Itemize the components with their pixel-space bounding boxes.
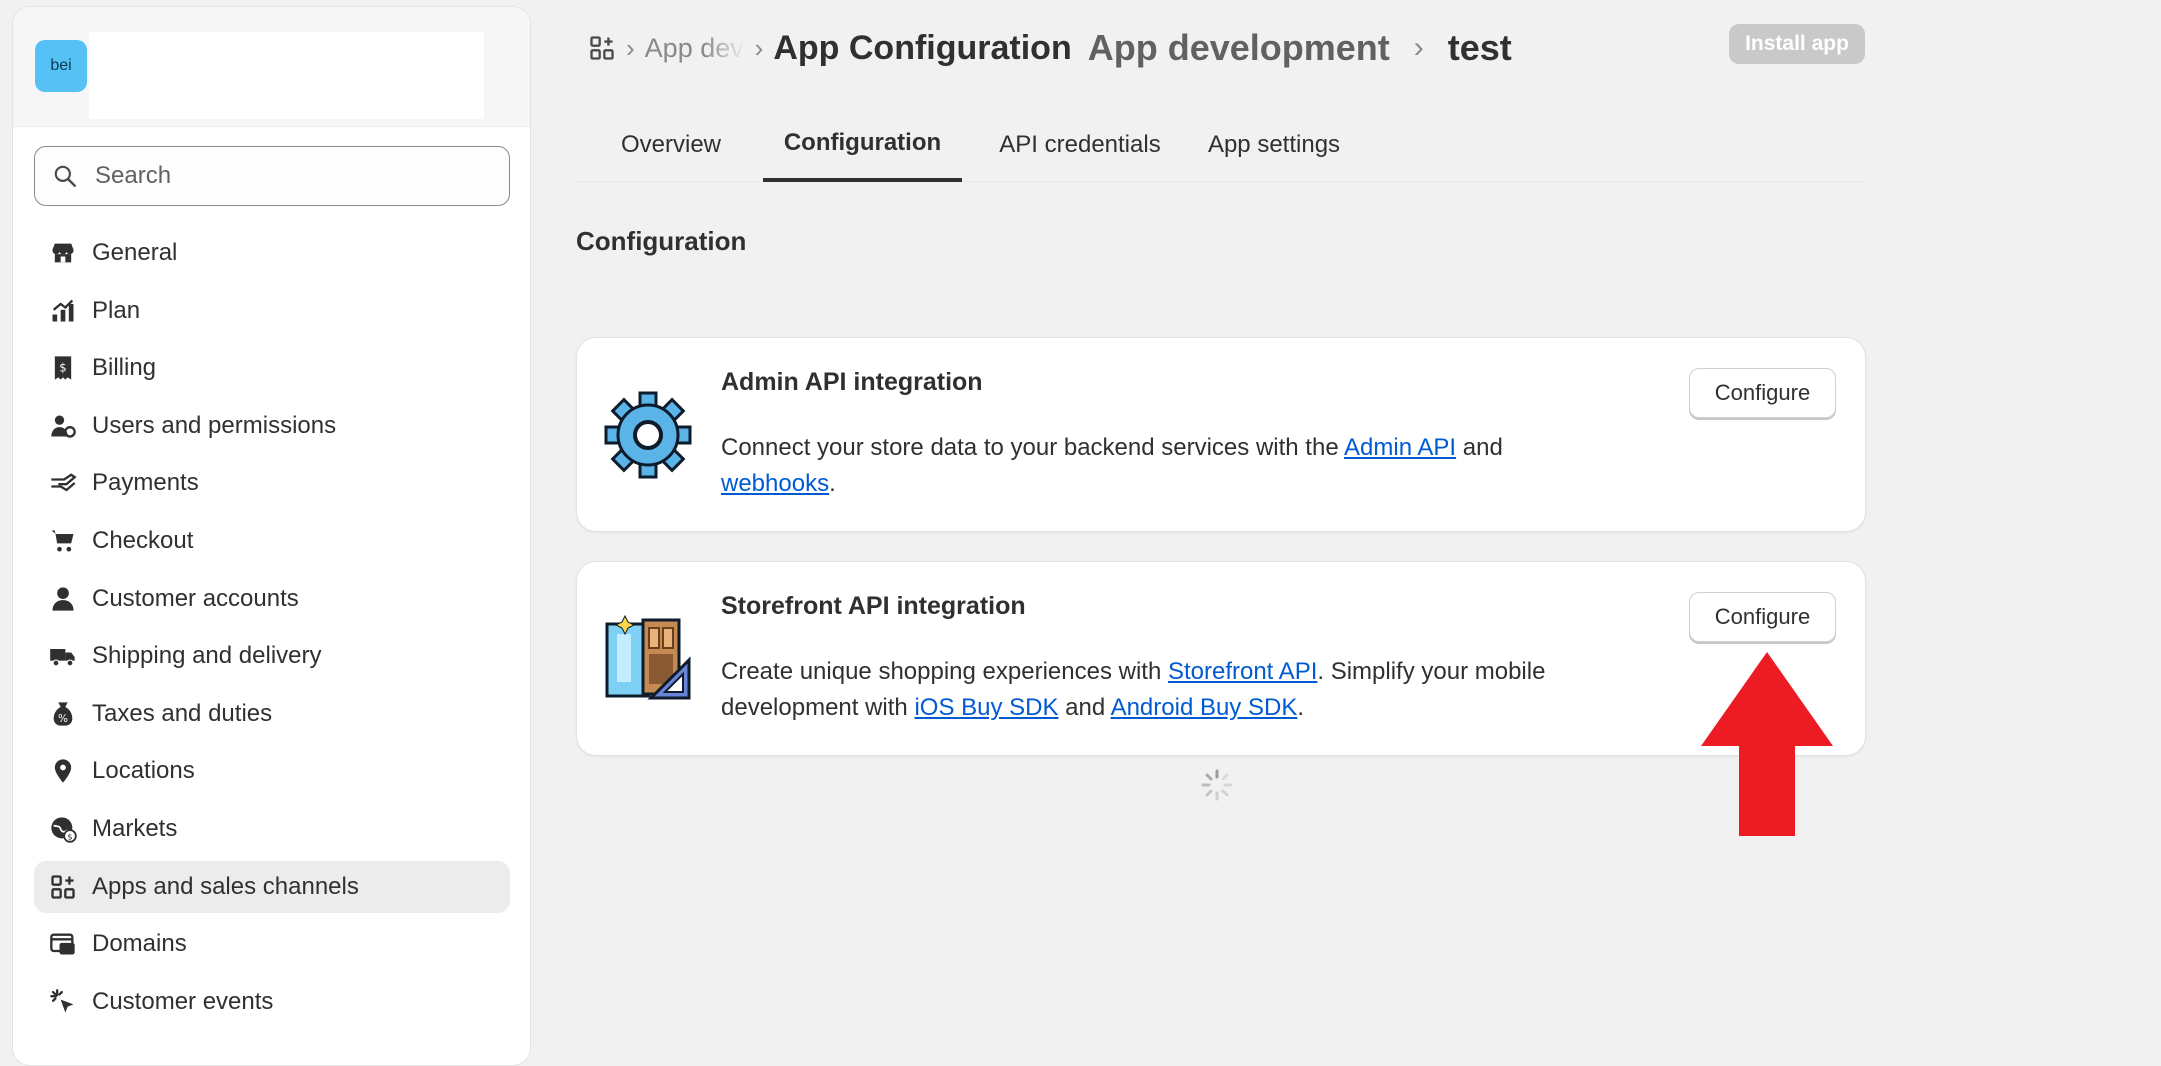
sidebar-item-taxes[interactable]: % Taxes and duties [34, 688, 510, 740]
sidebar-item-shipping[interactable]: Shipping and delivery [34, 630, 510, 682]
breadcrumb-chevron-icon: › [1413, 31, 1424, 64]
configure-storefront-api-button[interactable]: Configure [1689, 592, 1836, 642]
sidebar-item-locations[interactable]: Locations [34, 745, 510, 797]
breadcrumb-parent-link[interactable]: App development [1088, 27, 1390, 69]
payments-icon [34, 469, 92, 497]
sidebar-item-apps[interactable]: Apps and sales channels [34, 860, 510, 913]
settings-nav: General Plan $ Billing Users and permiss… [34, 227, 510, 1033]
sidebar-item-label: Domains [92, 930, 187, 958]
desc-text: . [829, 470, 836, 497]
sidebar-item-general[interactable]: General [34, 227, 510, 279]
sidebar-item-label: Checkout [92, 526, 194, 554]
sidebar-item-users[interactable]: Users and permissions [34, 400, 510, 452]
location-pin-icon [34, 757, 92, 785]
search-input[interactable] [95, 162, 495, 190]
card-title: Storefront API integration [721, 592, 1026, 620]
tab-bar: Overview Configuration API credentials A… [576, 108, 1866, 182]
billing-icon: $ [34, 354, 92, 382]
store-header: bei [13, 7, 530, 127]
domains-icon [34, 930, 92, 958]
ios-buy-sdk-link[interactable]: iOS Buy SDK [914, 694, 1058, 721]
tab-configuration[interactable]: Configuration [763, 108, 962, 182]
tab-api-credentials[interactable]: API credentials [988, 108, 1172, 182]
tab-overview[interactable]: Overview [606, 108, 736, 182]
card-title: Admin API integration [721, 368, 983, 396]
sidebar-item-checkout[interactable]: Checkout [34, 515, 510, 567]
breadcrumb-chevron-icon: › [626, 32, 635, 63]
sidebar-item-label: Locations [92, 757, 195, 785]
svg-text:$: $ [67, 831, 72, 841]
store-name-redacted [89, 32, 484, 119]
sidebar-item-label: General [92, 239, 178, 266]
cursor-click-icon [34, 988, 92, 1016]
apps-icon [34, 873, 92, 901]
sidebar-item-label: Apps and sales channels [92, 872, 359, 900]
sidebar-item-label: Customer accounts [92, 584, 299, 612]
sidebar-item-payments[interactable]: Payments [34, 457, 510, 509]
truck-icon [34, 642, 92, 670]
configure-admin-api-button[interactable]: Configure [1689, 368, 1836, 418]
android-buy-sdk-link[interactable]: Android Buy SDK [1111, 694, 1298, 721]
sidebar-item-customer-events[interactable]: Customer events [34, 976, 510, 1028]
users-icon [34, 412, 92, 440]
sidebar-item-plan[interactable]: Plan [34, 285, 510, 337]
card-description: Connect your store data to your backend … [721, 430, 1621, 502]
svg-text:%: % [58, 713, 68, 725]
admin-api-card: Admin API integration Connect your store… [576, 337, 1866, 532]
sidebar-item-label: Users and permissions [92, 411, 337, 439]
breadcrumb: › App dev › App Configuration App develo… [576, 20, 1866, 76]
admin-api-link[interactable]: Admin API [1344, 434, 1456, 461]
store-icon [34, 239, 92, 267]
settings-sidebar: bei General Plan $ Billing Users and per… [12, 6, 531, 1066]
install-app-button[interactable]: Install app [1729, 24, 1865, 64]
card-description: Create unique shopping experiences with … [721, 654, 1621, 726]
apps-breadcrumb-icon[interactable] [588, 34, 616, 62]
sidebar-item-label: Plan [92, 296, 141, 324]
sidebar-item-customer-accounts[interactable]: Customer accounts [34, 573, 510, 625]
sidebar-item-label: Billing [92, 354, 157, 382]
desc-text: and [1058, 694, 1111, 721]
search-box[interactable] [34, 146, 510, 206]
section-title: Configuration [576, 226, 747, 256]
annotation-arrow-icon [1699, 650, 1835, 843]
breadcrumb-chevron-icon: › [754, 32, 764, 63]
sidebar-item-label: Markets [92, 814, 178, 842]
desc-text: Create unique shopping experiences with [721, 658, 1168, 685]
loading-spinner-icon [1200, 768, 1234, 807]
sidebar-item-markets[interactable]: $ Markets [34, 803, 510, 855]
desc-text: . [1297, 694, 1304, 721]
tab-app-settings[interactable]: App settings [1198, 108, 1350, 182]
storefront-api-card: Storefront API integration Create unique… [576, 561, 1866, 756]
sidebar-item-label: Payments [92, 469, 199, 497]
search-icon [35, 163, 95, 189]
desc-text: and [1456, 434, 1503, 461]
breadcrumb-app-dev-link[interactable]: App dev [645, 33, 745, 64]
desc-text: Connect your store data to your backend … [721, 434, 1345, 461]
storefront-api-link[interactable]: Storefront API [1168, 658, 1317, 685]
plan-icon [34, 297, 92, 325]
webhooks-link[interactable]: webhooks [721, 470, 829, 497]
globe-icon: $ [34, 815, 92, 843]
sidebar-item-billing[interactable]: $ Billing [34, 342, 510, 394]
taxes-icon: % [34, 700, 92, 728]
svg-text:$: $ [59, 361, 66, 375]
page-title: test [1447, 27, 1512, 68]
sidebar-item-label: Customer events [92, 987, 274, 1015]
sidebar-item-domains[interactable]: Domains [34, 918, 510, 970]
person-icon [34, 585, 92, 613]
breadcrumb-current: App Configuration [773, 28, 1072, 67]
sidebar-item-label: Taxes and duties [92, 699, 273, 727]
main-content: › App dev › App Configuration App develo… [576, 0, 1866, 1045]
gear-icon [603, 390, 693, 480]
sidebar-item-label: Shipping and delivery [92, 642, 322, 670]
storefront-icon [603, 614, 693, 704]
store-avatar[interactable]: bei [35, 40, 87, 92]
cart-icon [34, 527, 92, 555]
